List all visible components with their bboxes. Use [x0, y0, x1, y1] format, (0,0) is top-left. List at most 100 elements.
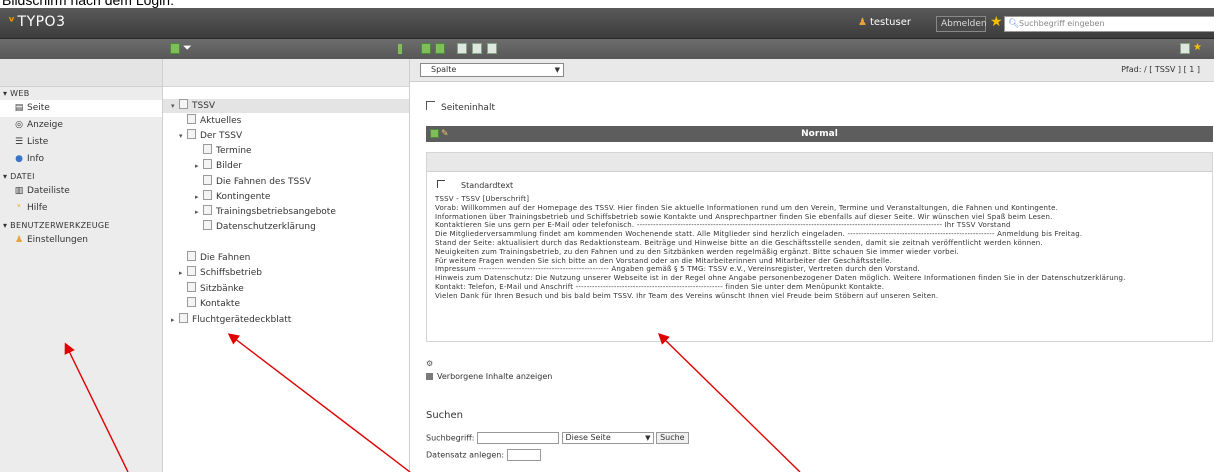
top-bar: ᵛ TYPO3 ♟ testuser Abmelden ★ 🔍︎ Suchbegrif… [0, 8, 1214, 39]
content-text-line: Neuigkeiten zum Trainingsbetrieb, zu den… [435, 247, 959, 256]
hidden-content-toggle[interactable]: Verborgene Inhalte anzeigen [426, 372, 552, 381]
new-page-icon[interactable] [170, 43, 180, 54]
content-element-body: TSSV - TSSV [Überschrift] Vorab: Willkomm… [435, 195, 1205, 301]
tree-node-label: Die Fahnen des TSSV [216, 177, 312, 187]
module-label: Anzeige [27, 120, 63, 130]
tree-node[interactable]: Sitzbänke [187, 282, 244, 296]
tree-node[interactable]: ▾ TSSV [163, 99, 409, 113]
element-toggle-icon[interactable] [437, 180, 445, 188]
page-icon [203, 144, 212, 154]
page-history-icon[interactable] [487, 43, 497, 54]
module-menu: ▾ WEB ▤ Seite ◎ Anzeige ☰ Liste ● Info ▾ DAT… [0, 59, 163, 472]
page-icon [203, 220, 212, 230]
edit-page-icon[interactable] [435, 43, 445, 54]
module-group-benutzerwerkzeuge[interactable]: ▾ BENUTZERWERKZEUGE [0, 219, 162, 232]
search-term-input[interactable] [476, 432, 559, 444]
move-page-icon[interactable] [472, 43, 482, 54]
tree-node[interactable]: ▸ Schiffsbetrieb [179, 266, 262, 280]
module-item-seite[interactable]: ▤ Seite [0, 100, 162, 117]
search-label: Suchbegriff: [426, 433, 475, 443]
tree-node-label: Kontingente [216, 192, 271, 202]
module-item-einstellungen[interactable]: ♟ Einstellungen [0, 232, 162, 249]
tree-node[interactable]: Aktuelles [187, 114, 241, 128]
collapse-icon[interactable]: ▾ [179, 129, 187, 143]
content-text-line: Kontaktieren Sie uns gern per E-Mail ode… [435, 221, 1011, 230]
expand-icon[interactable]: ▸ [171, 313, 179, 327]
tree-node-label: Schiffsbetrieb [200, 268, 262, 278]
tree-node[interactable]: Datenschutzerklärung [203, 220, 316, 234]
filter-icon[interactable]: ⏷ [183, 41, 193, 54]
content-element[interactable]: Standardtext TSSV - TSSV [Überschrift] Vo… [426, 152, 1213, 342]
bookmark-icon[interactable]: ★ [1193, 42, 1203, 53]
tree-node[interactable]: Die Fahnen [187, 251, 250, 265]
tree-node[interactable]: Termine [203, 144, 252, 158]
new-record-icon[interactable] [457, 43, 467, 54]
tree-node[interactable]: ▾ Der TSSV [171, 129, 242, 143]
module-group-datei[interactable]: ▾ DATEI [0, 170, 162, 183]
view-page-icon[interactable] [421, 43, 431, 54]
module-label: Dateiliste [27, 186, 70, 196]
search-button[interactable]: Suche [656, 432, 689, 444]
module-label: Seite [27, 103, 50, 113]
create-record-row: Datensatz anlegen: [426, 449, 541, 461]
tree-node-label: Fluchtgerätedeckblatt [192, 315, 292, 325]
create-record-input[interactable] [506, 449, 541, 461]
bookmarks-star-icon[interactable]: ★ [990, 14, 1003, 30]
tree-node[interactable]: Kontakte [187, 297, 240, 311]
content-text-line: Für weitere Fragen wenden Sie sich bitte… [435, 256, 893, 265]
section-toggle-icon[interactable] [426, 101, 435, 110]
module-group-web[interactable]: ▾ WEB [0, 87, 162, 100]
column-select[interactable]: Spalte ▼ [420, 63, 564, 77]
content-text-line: Vielen Dank für Ihren Besuch und bis bal… [435, 291, 939, 300]
shortcut-icon[interactable] [1180, 43, 1190, 54]
tree-node[interactable]: ▸ Trainingsbetriebsangebote [195, 205, 336, 219]
page-icon [187, 266, 196, 276]
typo3-logo[interactable]: ᵛ TYPO3 [8, 14, 66, 30]
page-icon [179, 313, 188, 323]
list-icon: ☰ [14, 137, 24, 147]
page-icon [203, 205, 212, 215]
tree-node-label: Kontakte [200, 299, 240, 309]
tree-node[interactable]: ▸ Kontingente [195, 190, 270, 204]
chevron-down-icon: ▼ [645, 434, 651, 442]
tree-node[interactable]: Die Fahnen des TSSV [203, 175, 311, 189]
username: testuser [869, 17, 911, 28]
tree-refresh-icon[interactable] [398, 44, 402, 54]
tree-node-label: Der TSSV [200, 131, 243, 141]
tree-node[interactable]: ▸ Bilder [195, 159, 242, 173]
content-frame: Spalte ▼ Pfad: / [ TSSV ] [ 1 ] Seiteninh… [410, 59, 1214, 472]
tree-node-label: Bilder [216, 161, 243, 171]
search-scope-select[interactable]: Diese Seite ▼ [561, 432, 654, 444]
module-item-dateiliste[interactable]: ▥ Dateiliste [0, 183, 162, 200]
module-label: Hilfe [27, 203, 48, 213]
module-item-info[interactable]: ● Info [0, 151, 162, 168]
collapse-icon[interactable]: ▾ [171, 99, 179, 113]
content-type-label: Standardtext [461, 181, 514, 190]
edit-column-icon[interactable] [430, 129, 439, 138]
content-text-line: Kontakt: Telefon, E-Mail und Anschrift -… [435, 282, 885, 291]
module-label: Info [27, 154, 45, 164]
tree-node-label: Aktuelles [200, 116, 242, 126]
pencil-icon[interactable]: ✎ [441, 126, 449, 142]
section-title: Seiteninhalt [441, 103, 495, 113]
logo-text: TYPO3 [17, 14, 66, 30]
user-menu[interactable]: ♟ testuser [858, 17, 911, 28]
checkbox[interactable] [426, 373, 433, 380]
tree-node[interactable]: ▸ Fluchtgerätedeckblatt [163, 313, 291, 327]
expand-icon[interactable]: ▸ [195, 190, 203, 204]
search-scope-value: Diese Seite [565, 433, 611, 442]
page-icon [187, 282, 196, 292]
module-item-liste[interactable]: ☰ Liste [0, 134, 162, 151]
info-icon: ● [15, 154, 23, 164]
expand-icon[interactable]: ▸ [195, 159, 203, 173]
expand-icon[interactable]: ▸ [195, 205, 203, 219]
logout-button[interactable]: Abmelden [936, 16, 987, 32]
page-icon [179, 99, 188, 109]
hidden-content-label: Verborgene Inhalte anzeigen [437, 372, 553, 381]
live-search-input[interactable]: 🔍︎ Suchbegriff eingeben [1004, 16, 1214, 32]
column-header: ✎ Normal [426, 126, 1213, 142]
module-item-hilfe[interactable]: ᵛ Hilfe [0, 200, 162, 217]
module-item-anzeige[interactable]: ◎ Anzeige [0, 117, 162, 134]
expand-icon[interactable]: ▸ [179, 266, 187, 280]
content-text-line: Stand der Seite: aktualisiert durch das … [435, 238, 1043, 247]
